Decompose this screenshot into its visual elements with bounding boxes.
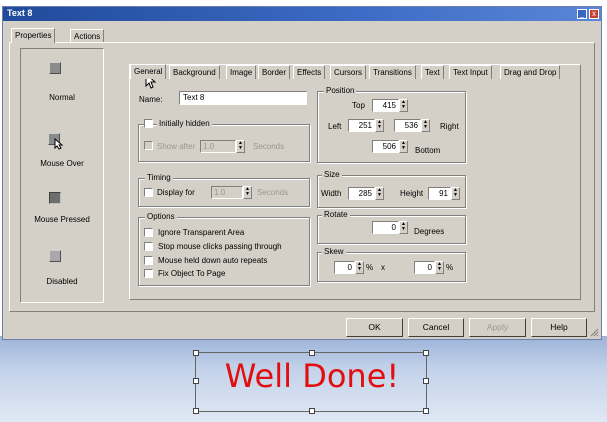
- resize-handle-top[interactable]: [309, 350, 315, 356]
- help-button[interactable]: Help: [531, 318, 587, 337]
- tab-drag-and-drop[interactable]: Drag and Drop: [500, 65, 561, 79]
- skew-y-percent-label: %: [446, 263, 454, 272]
- skew-x-stepper[interactable]: 0 ▲ ▼: [334, 261, 364, 274]
- height-label: Height: [400, 189, 424, 198]
- state-disabled[interactable]: Disabled: [32, 277, 92, 287]
- stop-mouse-clicks-checkbox[interactable]: [144, 242, 153, 251]
- resize-handle-top-right[interactable]: [423, 350, 429, 356]
- skew-y-stepper[interactable]: 0 ▲ ▼: [414, 261, 444, 274]
- height-stepper[interactable]: 91 ▲ ▼: [428, 187, 460, 200]
- title-bar: Text 8 _ x: [3, 7, 601, 21]
- minimize-icon[interactable]: _: [577, 9, 587, 19]
- apply-button[interactable]: Apply: [469, 318, 526, 337]
- top-label: Top: [352, 101, 365, 110]
- state-normal[interactable]: Normal: [32, 93, 92, 103]
- mouse-held-repeat-checkbox[interactable]: [144, 256, 153, 265]
- width-stepper[interactable]: 285 ▲ ▼: [348, 187, 384, 200]
- name-label: Name:: [139, 95, 163, 104]
- rotate-stepper[interactable]: 0 ▲ ▼: [372, 221, 408, 234]
- show-after-label: Show after: [157, 142, 196, 151]
- resize-handle-bottom[interactable]: [309, 408, 315, 414]
- window-title: Text 8: [7, 8, 33, 18]
- fix-object-label: Fix Object To Page: [158, 269, 226, 278]
- display-for-seconds-label: Seconds: [257, 188, 289, 197]
- disabled-state-icon: [49, 250, 61, 262]
- stop-mouse-clicks-label: Stop mouse clicks passing through: [158, 242, 282, 251]
- display-for-label: Display for: [157, 188, 195, 197]
- well-done-text-object[interactable]: Well Done!: [193, 350, 429, 414]
- timing-label: Timing: [145, 173, 173, 182]
- resize-grip-icon[interactable]: [589, 327, 599, 337]
- tab-actions[interactable]: Actions: [70, 29, 105, 43]
- options-label: Options: [145, 212, 177, 221]
- tab-background[interactable]: Background: [169, 65, 220, 79]
- tab-text[interactable]: Text: [421, 65, 444, 79]
- bottom-stepper[interactable]: 506 ▲ ▼: [372, 140, 408, 153]
- close-icon[interactable]: x: [589, 9, 599, 19]
- bottom-label: Bottom: [415, 146, 441, 155]
- size-label: Size: [322, 170, 342, 179]
- mouse-held-repeat-label: Mouse held down auto repeats: [158, 256, 268, 265]
- degrees-label: Degrees: [414, 227, 445, 236]
- ignore-transparent-label: Ignore Transparent Area: [158, 228, 245, 237]
- tab-effects[interactable]: Effects: [293, 65, 326, 79]
- tab-cursors[interactable]: Cursors: [330, 65, 367, 79]
- ignore-transparent-checkbox[interactable]: [144, 228, 153, 237]
- resize-handle-bottom-left[interactable]: [193, 408, 199, 414]
- show-after-seconds-label: Seconds: [253, 142, 285, 151]
- ok-button[interactable]: OK: [346, 318, 403, 337]
- resize-handle-right[interactable]: [423, 378, 429, 384]
- left-stepper[interactable]: 251 ▲ ▼: [348, 119, 384, 132]
- cancel-button[interactable]: Cancel: [408, 318, 464, 337]
- left-label: Left: [328, 122, 342, 131]
- state-mouse-over[interactable]: Mouse Over: [32, 159, 92, 169]
- state-mouse-pressed[interactable]: Mouse Pressed: [32, 215, 92, 225]
- skew-x-percent-label: %: [366, 263, 374, 272]
- state-list: [20, 48, 104, 303]
- display-for-stepper[interactable]: 1.0 ▲ ▼: [211, 186, 253, 199]
- tab-border[interactable]: Border: [258, 65, 291, 79]
- width-label: Width: [321, 189, 342, 198]
- tab-text-input[interactable]: Text Input: [449, 65, 492, 79]
- top-stepper[interactable]: 415 ▲ ▼: [372, 99, 408, 112]
- tab-general[interactable]: General: [130, 64, 167, 79]
- rotate-label: Rotate: [322, 210, 350, 219]
- well-done-text: Well Done!: [224, 357, 400, 395]
- initially-hidden-label: Initially hidden: [157, 119, 212, 128]
- right-label: Right: [440, 122, 459, 131]
- resize-handle-bottom-right[interactable]: [423, 408, 429, 414]
- resize-handle-left[interactable]: [193, 378, 199, 384]
- fix-object-checkbox[interactable]: [144, 269, 153, 278]
- position-label: Position: [324, 86, 357, 95]
- right-stepper[interactable]: 536 ▲ ▼: [394, 119, 430, 132]
- mouse-pressed-state-icon: [49, 192, 61, 204]
- properties-dialog: Text 8 _ x Properties Actions Normal Mou…: [2, 6, 602, 340]
- show-after-stepper[interactable]: 1.0 ▲ ▼: [200, 140, 248, 153]
- name-input[interactable]: Text 8: [179, 91, 307, 105]
- normal-state-icon: [49, 62, 61, 74]
- tab-transitions[interactable]: Transitions: [369, 65, 416, 79]
- show-after-checkbox[interactable]: [144, 141, 153, 150]
- display-for-checkbox[interactable]: [144, 188, 153, 197]
- tab-image[interactable]: Image: [226, 65, 257, 79]
- skew-label: Skew: [322, 247, 346, 256]
- initially-hidden-checkbox[interactable]: [144, 119, 153, 128]
- tab-properties[interactable]: Properties: [11, 28, 56, 43]
- skew-times-label: x: [381, 263, 385, 272]
- resize-handle-top-left[interactable]: [193, 350, 199, 356]
